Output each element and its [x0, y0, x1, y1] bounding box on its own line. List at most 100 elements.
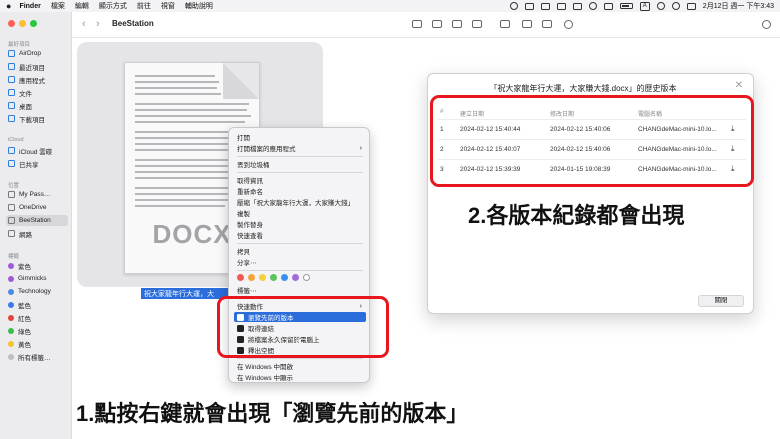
forward-arrow-icon[interactable]: ›	[96, 18, 100, 30]
menu-go[interactable]: 前往	[137, 1, 151, 11]
text-line	[135, 103, 249, 105]
globe-icon	[8, 230, 15, 237]
sidebar-item-label: 網路	[19, 231, 32, 239]
group-icon[interactable]	[500, 20, 510, 28]
menu-item-make-alias[interactable]: 製作替身	[234, 219, 366, 229]
applications-icon	[8, 76, 15, 83]
menu-item-duplicate[interactable]: 複製	[234, 208, 366, 218]
sidebar-tag-item[interactable]: 黃色	[6, 338, 68, 349]
sidebar-item-beestation[interactable]: BeeStation	[6, 215, 68, 226]
sidebar-tag-item[interactable]: Technology	[6, 286, 68, 297]
sidebar-item-label: 紅色	[18, 315, 31, 323]
menu-item-copy[interactable]: 拷貝	[234, 246, 366, 256]
clock-icon[interactable]	[588, 2, 597, 10]
menu-help[interactable]: 輔助說明	[185, 1, 213, 11]
file-name-label[interactable]: 祝大家龍年行大運，大	[141, 288, 231, 299]
close-window-button[interactable]	[8, 20, 15, 27]
menu-item-open-in-windows[interactable]: 在 Windows 中開啟	[234, 361, 366, 371]
search-icon[interactable]	[762, 20, 771, 29]
tag-icon[interactable]	[542, 20, 552, 28]
tag-blue-icon[interactable]	[281, 274, 288, 281]
tag-red-icon[interactable]	[237, 274, 244, 281]
menu-item-compress[interactable]: 壓縮「祝大家龍年行大運，大家賺大錢」	[234, 197, 366, 207]
sidebar-item-shared[interactable]: 已共享	[6, 158, 68, 169]
menu-item-share[interactable]: 分享⋯	[234, 257, 366, 267]
tag-dot-icon	[8, 327, 14, 334]
menu-file[interactable]: 檔案	[51, 1, 65, 11]
text-line	[135, 87, 217, 89]
sidebar-tag-item[interactable]: 所有標籤…	[6, 351, 68, 362]
keyboard-icon[interactable]	[603, 2, 613, 10]
sidebar-item-applications[interactable]: 應用程式	[6, 74, 68, 85]
desktop-icon	[8, 102, 15, 109]
sidebar-item-airdrop[interactable]: AirDrop	[6, 48, 68, 59]
wifi-icon[interactable]	[656, 2, 665, 10]
menubar-status-area: A 2月12日 週一 下午3:43	[509, 0, 774, 12]
sidebar-tag-item[interactable]: 紅色	[6, 312, 68, 323]
tag-dot-icon	[8, 262, 14, 269]
text-line	[135, 93, 221, 95]
sidebar-item-my-passport[interactable]: My Pass…	[6, 189, 68, 200]
sidebar-heading-favorites: 最好項目	[8, 42, 31, 48]
menu-view[interactable]: 顯示方式	[99, 1, 127, 11]
sidebar: 最好項目 AirDrop 最近項目 應用程式 文件 桌面 下載項目 iCloud…	[0, 12, 72, 439]
close-button[interactable]: 關閉	[698, 295, 744, 307]
sidebar-item-desktop[interactable]: 桌面	[6, 100, 68, 111]
search-icon[interactable]	[671, 2, 680, 10]
sidebar-tag-item[interactable]: 藍色	[6, 299, 68, 310]
tag-purple-icon[interactable]	[292, 274, 299, 281]
menu-item-move-to-trash[interactable]: 丟到垃圾桶	[234, 159, 366, 169]
menu-item-label: 打開檔案的應用程式	[237, 146, 296, 153]
window-controls	[8, 20, 37, 27]
menu-item-rename[interactable]: 重新命名	[234, 186, 366, 196]
sidebar-item-network[interactable]: 網路	[6, 228, 68, 239]
tag-gray-icon[interactable]	[303, 274, 310, 281]
display-icon[interactable]	[524, 2, 534, 10]
more-actions-icon[interactable]	[564, 20, 573, 29]
menubar-clock[interactable]: 2月12日 週一 下午3:43	[703, 1, 774, 11]
column-view-icon[interactable]	[452, 20, 462, 28]
menu-item-tags[interactable]: 標籤⋯	[234, 285, 366, 295]
zoom-window-button[interactable]	[30, 20, 37, 27]
bluetooth-icon[interactable]	[572, 2, 582, 10]
apple-menu-icon[interactable]: ●	[6, 1, 11, 11]
sidebar-tag-item[interactable]: Gimmicks	[6, 273, 68, 284]
input-method-box[interactable]: A	[639, 1, 650, 11]
screen-record-icon[interactable]	[556, 2, 566, 10]
line-app-icon[interactable]	[540, 2, 550, 10]
menu-item-quick-look[interactable]: 快速查看	[234, 230, 366, 240]
gallery-view-icon[interactable]	[472, 20, 482, 28]
sidebar-item-recents[interactable]: 最近項目	[6, 61, 68, 72]
sidebar-tag-item[interactable]: 紫色	[6, 260, 68, 271]
finder-toolbar: ‹ › BeeStation	[72, 12, 780, 38]
icon-view-icon[interactable]	[412, 20, 422, 28]
sidebar-item-documents[interactable]: 文件	[6, 87, 68, 98]
annotation-step-2: 2.各版本紀錄都會出現	[468, 203, 685, 228]
tag-orange-icon[interactable]	[248, 274, 255, 281]
share-icon[interactable]	[522, 20, 532, 28]
tag-green-icon[interactable]	[270, 274, 277, 281]
tag-dot-icon	[8, 340, 14, 347]
battery-icon[interactable]	[619, 3, 633, 9]
sidebar-item-icloud-drive[interactable]: iCloud 雲碟	[6, 145, 68, 156]
control-center-icon[interactable]	[686, 2, 696, 10]
menu-item-label: 在 Windows 中顯示	[237, 375, 293, 382]
sidebar-tag-item[interactable]: 綠色	[6, 325, 68, 336]
tag-yellow-icon[interactable]	[259, 274, 266, 281]
sidebar-item-downloads[interactable]: 下載項目	[6, 113, 68, 124]
menu-item-get-info[interactable]: 取得資訊	[234, 175, 366, 185]
menu-item-label: 打開	[237, 135, 250, 142]
menu-item-open-with[interactable]: 打開檔案的應用程式 ›	[234, 143, 366, 154]
sidebar-item-onedrive[interactable]: OneDrive	[6, 202, 68, 213]
minimize-window-button[interactable]	[19, 20, 26, 27]
sidebar-item-label: 已共享	[19, 161, 39, 169]
list-view-icon[interactable]	[432, 20, 442, 28]
menu-item-show-in-windows[interactable]: 在 Windows 中顯示	[234, 372, 366, 382]
close-icon[interactable]: ✕	[735, 80, 743, 91]
menu-item-open[interactable]: 打開	[234, 132, 366, 142]
beestation-status-icon[interactable]	[509, 2, 518, 10]
menu-edit[interactable]: 編輯	[75, 1, 89, 11]
back-arrow-icon[interactable]: ‹	[82, 18, 86, 30]
menu-app-finder[interactable]: Finder	[19, 3, 40, 10]
menu-window[interactable]: 視窗	[161, 1, 175, 11]
